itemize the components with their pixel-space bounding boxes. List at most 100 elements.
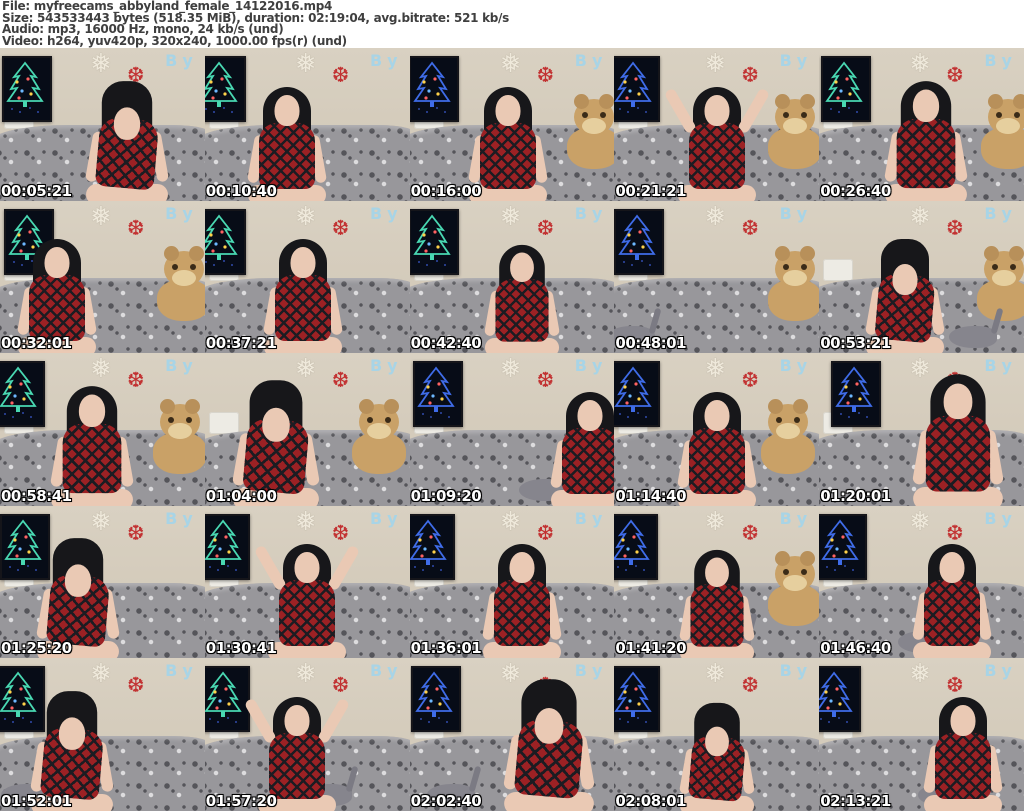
christmas-tree-icon [0,363,40,422]
snowflake-white-decoration: ❅ [294,49,317,79]
wall-letters: By [779,508,813,528]
snowflake-white-decoration: ❅ [90,49,112,79]
christmas-tree-picture [409,208,460,275]
snowflake-white-decoration: ❅ [499,201,522,232]
snowflake-red-decoration: ❆ [536,215,555,240]
video-thumbnail: ❅ ❆ By 00:42:40 [409,200,615,354]
teddy-bear-head [358,398,399,440]
snowflake-white-decoration: ❅ [499,506,522,537]
wall-letters: By [984,661,1017,681]
wall-letters: By [165,508,198,528]
snowflake-white-decoration: ❅ [90,506,112,537]
teddy-bear-ear [799,246,815,262]
teddy-bear-ear [358,398,374,414]
person-face [510,252,535,283]
person-face [704,94,730,126]
person-face [704,399,730,431]
person-face [44,247,70,279]
metadata-header: File: myfreecams_abbyland_female_1412201… [0,0,1024,48]
teddy-bear-ear [164,246,180,262]
person-face [113,106,141,140]
timestamp-label: 00:05:21 [1,181,72,200]
person-face [290,247,316,279]
snowflake-white-decoration: ❅ [499,354,522,385]
christmas-tree-picture [614,208,664,275]
snowflake-red-decoration: ❆ [536,368,555,393]
video-thumbnail: ❅ ❆ By 00:05:21 [0,48,205,201]
timestamp-label: 01:36:01 [410,639,482,658]
timestamp-label: 00:53:21 [820,334,891,353]
video-thumbnail: ❅ ❆ By 00:26:40 [819,48,1024,201]
teddy-bear-ear [793,398,809,414]
christmas-tree-picture [614,513,658,580]
video-thumbnail: ❅❆By02:02:40 [409,658,615,811]
christmas-tree-icon [411,210,454,269]
snowflake-red-decoration: ❆ [536,520,555,545]
snowflake-red-decoration: ❆ [946,673,964,698]
snowflake-red-decoration: ❆ [126,673,145,698]
wall-letters: By [165,661,198,681]
christmas-tree-icon [413,668,456,727]
teddy-bear-ear [799,93,815,109]
timestamp-label: 01:30:41 [205,639,277,658]
video-thumbnail: ❅ ❆ By 00:16:00 [409,48,615,201]
person-figure [908,372,1009,506]
video-thumbnail: ❅❆By01:20:01 [819,353,1024,506]
snowflake-red-decoration: ❆ [536,63,555,87]
snowflake-white-decoration: ❅ [90,201,112,232]
video-thumbnail: ❅ ❆ By 01:30:41 [204,505,410,659]
snowflake-white-decoration: ❅ [704,49,727,79]
person-figure [908,542,996,659]
person-face [704,726,729,757]
person-face [939,552,965,584]
person-red-dress [688,122,745,189]
snowflake-red-decoration: ❆ [946,215,964,240]
timestamp-label: 02:08:01 [615,791,687,810]
christmas-tree-picture [831,361,882,428]
cat [948,307,1004,349]
teddy-bear-eye [800,569,807,576]
video-contact-sheet: File: myfreecams_abbyland_female_1412201… [0,0,1024,811]
timestamp-label: 00:42:40 [410,334,482,353]
person-face [950,704,976,736]
teddy-bear-eye [995,111,1002,118]
wall-letters: By [369,203,403,223]
snowflake-white-decoration: ❅ [909,659,932,690]
timestamp-label: 01:20:01 [820,486,891,505]
video-thumbnail: ❅ ❆ By 01:09:20 [409,353,615,506]
teddy-bear-ear [774,93,790,109]
wall-letters: By [779,51,813,70]
christmas-tree-icon [409,515,450,574]
teddy-bear [152,398,205,474]
timestamp-label: 01:57:20 [205,791,277,810]
snowflake-white-decoration: ❅ [909,201,932,232]
person-red-dress [479,122,536,189]
snowflake-white-decoration: ❅ [90,354,112,385]
teddy-bear-head [774,551,815,593]
snowflake-red-decoration: ❆ [126,520,145,545]
teddy-bear-eye [172,264,179,271]
snowflake-white-decoration: ❅ [294,506,317,537]
christmas-tree-icon [822,58,865,116]
timestamp-label: 01:14:40 [615,486,687,505]
video-thumbnail: ❅ ❆ By 01:25:20 [0,505,205,659]
timestamp-label: 02:02:40 [410,791,482,810]
teddy-bear [767,93,820,169]
teddy-bear-ear [185,398,201,414]
christmas-tree-icon [204,515,245,574]
snowflake-white-decoration: ❅ [909,49,932,79]
timestamp-label: 00:10:40 [205,181,277,200]
teddy-bear-head [774,93,815,135]
person-red-dress [494,580,551,647]
teddy-bear-ear [983,246,999,262]
teddy-bear-eye [800,264,807,271]
christmas-tree-icon [204,668,245,727]
wall-letters: By [574,203,608,223]
wall-letters: By [779,203,813,223]
teddy-bear [566,93,615,169]
teddy-bear-eye [599,111,606,118]
christmas-tree-picture [411,666,462,733]
video-thumbnail: ❅ ❆ By 01:46:40 [819,505,1024,659]
teddy-bear-eye [186,416,193,423]
teddy-bear-eye [991,264,998,271]
